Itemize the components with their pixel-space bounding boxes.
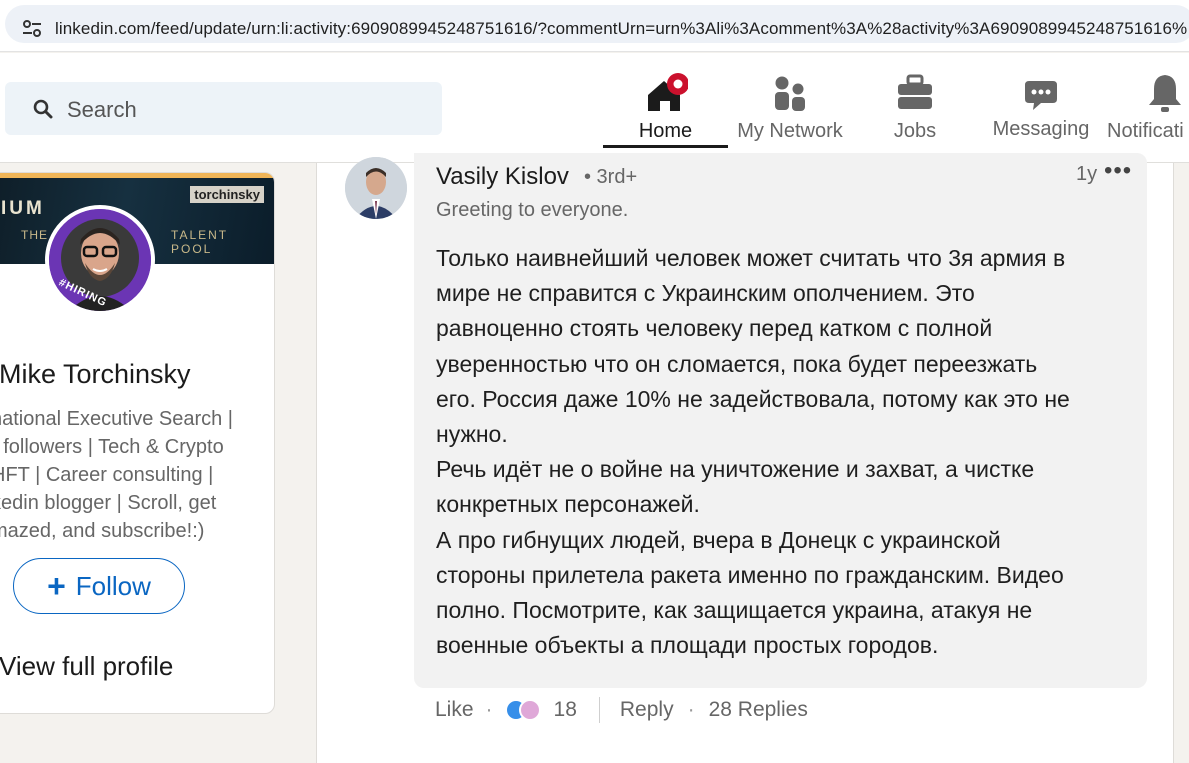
- banner-title: IUM: [1, 198, 45, 219]
- nav-home[interactable]: Home: [603, 73, 728, 163]
- search-placeholder: Search: [67, 97, 137, 122]
- divider: [598, 697, 600, 723]
- more-options-button[interactable]: •••: [1104, 157, 1132, 185]
- banner-subtitle-left: THE: [21, 228, 48, 242]
- banner-subtitle-right: TALENT POOL: [171, 228, 228, 256]
- comment-author-headline: Greeting to everyone.: [436, 199, 629, 221]
- nav-messaging[interactable]: Messaging: [985, 73, 1097, 163]
- comment-bubble: Vasily Kislov • 3rd+ Greeting to everyon…: [414, 153, 1147, 688]
- profile-name[interactable]: Mike Torchinsky: [0, 359, 191, 390]
- commenter-avatar[interactable]: [345, 157, 407, 219]
- love-reaction-icon: [518, 699, 541, 721]
- address-field[interactable]: linkedin.com/feed/update/urn:li:activity…: [5, 5, 1189, 43]
- bell-icon: [1149, 75, 1181, 112]
- plus-icon: +: [47, 567, 66, 604]
- network-icon: [775, 76, 805, 111]
- headline-line: kedin blogger | Scroll, get: [0, 492, 217, 514]
- url-text[interactable]: linkedin.com/feed/update/urn:li:activity…: [55, 19, 1187, 39]
- separator-dot: ·: [687, 698, 695, 721]
- nav-my-network[interactable]: My Network: [730, 73, 850, 163]
- view-full-profile-link[interactable]: View full profile: [0, 651, 173, 682]
- briefcase-icon: [898, 74, 932, 109]
- messaging-icon: [1025, 81, 1057, 110]
- feed-post-panel: Vasily Kislov • 3rd+ Greeting to everyon…: [316, 153, 1174, 763]
- nav-notifications[interactable]: Notificati: [1105, 73, 1189, 163]
- like-button[interactable]: Like: [435, 698, 474, 722]
- headline-line: mazed, and subscribe!:): [0, 520, 205, 542]
- comment-body-text: Только наивнейший человек может считать …: [436, 245, 1070, 659]
- headline-line: national Executive Search |: [0, 408, 234, 430]
- replies-count-link[interactable]: 28 Replies: [709, 698, 808, 722]
- comment-text: Только наивнейший человек может считать …: [436, 241, 1136, 663]
- comment-actions: Like · 18 Reply · 28 Replies: [435, 695, 808, 725]
- browser-url-bar: linkedin.com/feed/update/urn:li:activity…: [0, 0, 1189, 52]
- commenter-portrait: [345, 157, 407, 219]
- comment-timestamp: 1y: [1076, 163, 1098, 185]
- nav-label-notifications: Notificati: [1107, 120, 1184, 142]
- headline-line: HFT | Career consulting |: [0, 464, 214, 486]
- profile-headline: national Executive Search | - followers …: [0, 405, 251, 545]
- connection-degree: • 3rd+: [584, 166, 638, 188]
- reply-button[interactable]: Reply: [620, 698, 674, 722]
- nav-jobs[interactable]: Jobs: [870, 73, 960, 163]
- headline-line: - followers | Tech & Crypto: [0, 436, 224, 458]
- nav-label-my-network: My Network: [737, 120, 843, 142]
- reaction-count: 18: [553, 698, 577, 721]
- author-profile-card: IUM THE TALENT POOL torchinsky #HIRING M…: [0, 172, 275, 714]
- reactions-summary[interactable]: 18: [504, 698, 577, 722]
- search-icon: [33, 99, 53, 119]
- separator-dot: ·: [485, 698, 493, 721]
- site-settings-icon[interactable]: [22, 20, 42, 38]
- follow-button[interactable]: + Follow: [13, 558, 185, 614]
- nav-label-home: Home: [638, 120, 693, 142]
- banner-watermark: torchinsky: [190, 186, 264, 203]
- nav-label-messaging: Messaging: [992, 118, 1090, 140]
- home-icon: [647, 73, 688, 111]
- nav-label-jobs: Jobs: [893, 120, 937, 142]
- follow-label: Follow: [75, 570, 151, 601]
- comment-author-name[interactable]: Vasily Kislov: [436, 163, 569, 191]
- linkedin-header: Search Home My Network Jobs Messaging No…: [0, 53, 1189, 163]
- active-indicator: [603, 145, 728, 148]
- search-input[interactable]: Search: [5, 82, 442, 135]
